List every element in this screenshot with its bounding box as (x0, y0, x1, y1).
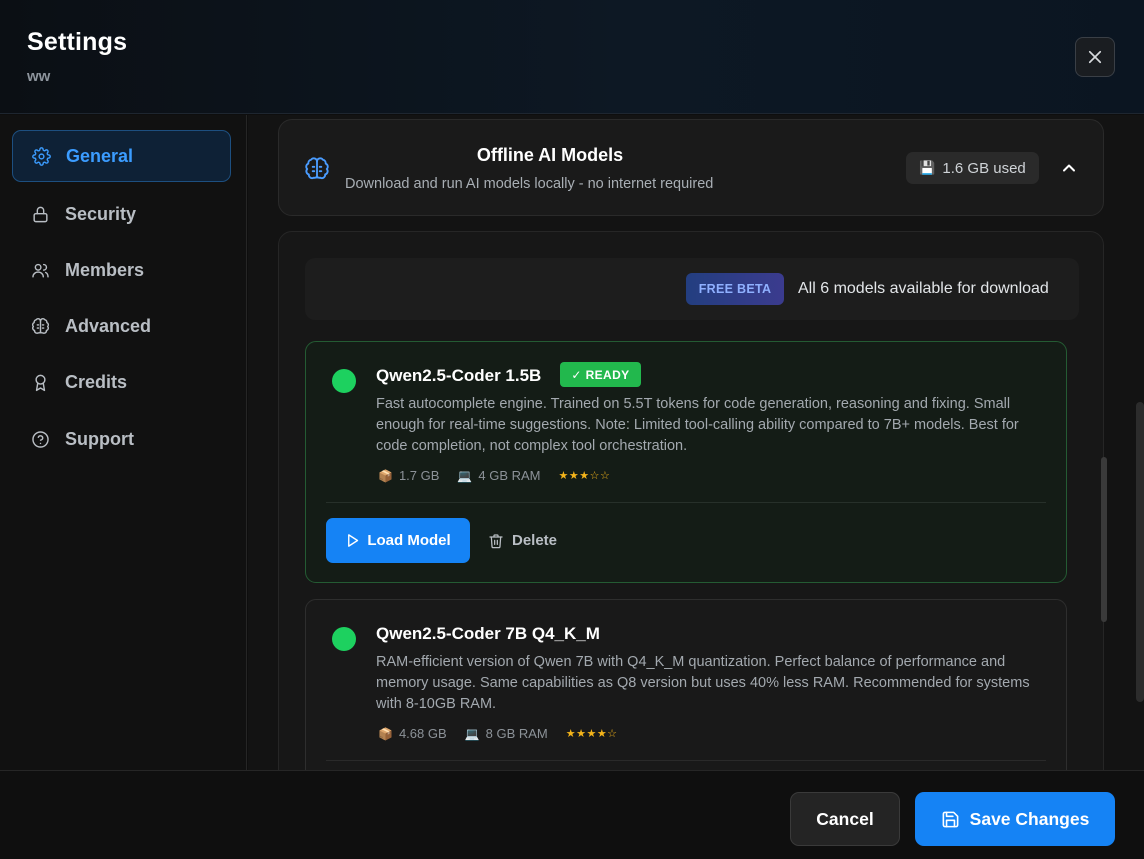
dialog-header: Settings ww (0, 0, 1144, 114)
sidebar-item-credits[interactable]: Credits (12, 356, 231, 408)
package-icon: 📦 (378, 468, 393, 483)
model-rating-stars: ★★★☆☆ (558, 470, 611, 482)
brain-icon (30, 316, 50, 336)
page-title: Settings (27, 28, 128, 56)
status-dot (332, 627, 356, 651)
laptop-icon: 💻 (457, 468, 473, 483)
section-description: Download and run AI models locally - no … (345, 176, 714, 192)
dialog-footer: Cancel Save Changes (0, 770, 1144, 859)
delete-model-button[interactable]: Delete (488, 518, 557, 563)
lock-icon (30, 204, 50, 224)
sidebar-item-label: Members (65, 259, 145, 280)
models-scrollbar[interactable] (1101, 457, 1107, 622)
cancel-button[interactable]: Cancel (790, 792, 900, 846)
chevron-up-icon[interactable] (1059, 158, 1079, 178)
gear-icon (31, 146, 51, 166)
page-subtitle: ww (27, 68, 51, 85)
storage-usage-badge: 💾 1.6 GB used (906, 152, 1039, 184)
trash-icon (489, 533, 503, 548)
section-title: Offline AI Models (476, 145, 624, 165)
save-changes-button[interactable]: Save Changes (915, 792, 1115, 846)
model-ram: 💻 8 GB RAM (465, 726, 548, 741)
model-card: Qwen2.5-Coder 1.5B ✓ READY Fast autocomp… (305, 341, 1067, 583)
floppy-disk-icon: 💾 (919, 160, 936, 175)
storage-usage-text: 1.6 GB used (942, 159, 1026, 177)
main-content: Offline AI Models Download and run AI mo… (248, 115, 1144, 770)
sidebar-item-support[interactable]: Support (12, 413, 231, 465)
model-card: Qwen2.5-Coder 7B Q4_K_M RAM-efficient ve… (305, 599, 1067, 770)
sidebar: General Security Members Advanced Credit… (0, 115, 247, 770)
card-divider (326, 502, 1046, 503)
close-icon (1088, 50, 1102, 64)
delete-label: Delete (512, 532, 558, 549)
model-name: Qwen2.5-Coder 1.5B (376, 366, 542, 385)
model-size-value: 4.68 GB (398, 726, 447, 741)
model-size-value: 1.7 GB (398, 468, 440, 483)
offline-models-section-header[interactable]: Offline AI Models Download and run AI mo… (278, 119, 1104, 216)
laptop-icon: 💻 (464, 726, 480, 741)
help-circle-icon (30, 429, 50, 449)
sidebar-item-general[interactable]: General (12, 130, 231, 182)
availability-info-bar: FREE BETA All 6 models available for dow… (305, 258, 1079, 320)
models-panel: FREE BETA All 6 models available for dow… (278, 231, 1107, 770)
users-icon (30, 260, 50, 280)
model-specs: 📦 4.68 GB 💻 8 GB RAM ★★★★☆ (378, 726, 618, 741)
model-ram: 💻 4 GB RAM (457, 468, 540, 483)
model-size: 📦 1.7 GB (378, 468, 439, 483)
model-rating-stars: ★★★★☆ (565, 728, 618, 740)
sidebar-item-label: General (66, 145, 134, 166)
play-icon (348, 534, 359, 547)
page-scrollbar[interactable] (1136, 402, 1144, 702)
settings-dialog: Settings ww General Security Members Adv… (0, 0, 1144, 859)
ready-badge: ✓ READY (560, 362, 641, 387)
model-specs: 📦 1.7 GB 💻 4 GB RAM ★★★☆☆ (378, 468, 610, 483)
package-icon: 📦 (378, 726, 393, 741)
save-icon (942, 811, 959, 827)
sidebar-item-label: Security (65, 203, 137, 224)
load-model-label: Load Model (367, 532, 451, 549)
card-divider (326, 760, 1046, 761)
model-ram-value: 8 GB RAM (485, 726, 548, 741)
status-dot (332, 369, 356, 393)
close-button[interactable] (1075, 37, 1115, 77)
sidebar-item-label: Credits (65, 371, 128, 392)
save-changes-label: Save Changes (969, 808, 1090, 829)
sidebar-item-label: Support (65, 428, 134, 449)
model-size: 📦 4.68 GB (378, 726, 447, 741)
sidebar-item-members[interactable]: Members (12, 244, 231, 296)
model-description: Fast autocomplete engine. Trained on 5.5… (376, 396, 1019, 454)
model-description: RAM-efficient version of Qwen 7B with Q4… (376, 654, 1030, 712)
sidebar-item-advanced[interactable]: Advanced (12, 300, 231, 352)
load-model-button[interactable]: Load Model (326, 518, 470, 563)
sidebar-item-security[interactable]: Security (12, 188, 231, 240)
free-beta-badge: FREE BETA (686, 273, 784, 305)
award-icon (30, 372, 50, 392)
model-ram-value: 4 GB RAM (478, 468, 541, 483)
sidebar-item-label: Advanced (65, 315, 152, 336)
availability-text: All 6 models available for download (798, 280, 1049, 297)
model-name: Qwen2.5-Coder 7B Q4_K_M (376, 624, 600, 643)
